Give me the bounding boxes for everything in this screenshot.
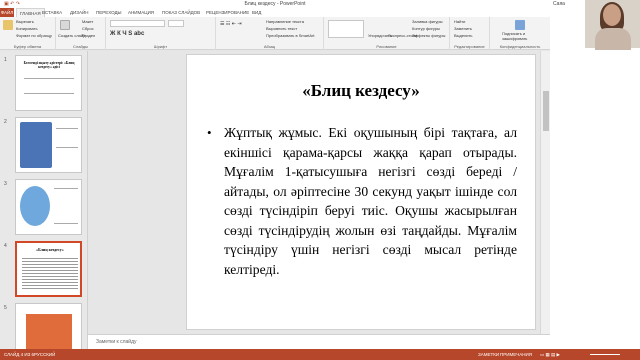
reset-button[interactable]: Сброс (82, 26, 94, 31)
slides-group: Создать слайд Макет Сброс Раздел Слайды (56, 17, 106, 50)
replace-button[interactable]: Заменить (454, 26, 472, 31)
font-size-select[interactable] (168, 20, 184, 27)
thumb-4-text-lines (22, 256, 78, 290)
right-pane: Саяа (550, 0, 640, 360)
person-face (603, 4, 621, 26)
text-direction-button[interactable]: Направление текста (266, 19, 304, 24)
paragraph-group: ☰ ☷ ⇤ ⇥ Направление текста Выровнять тек… (216, 17, 324, 50)
editing-label: Редактирование (454, 44, 485, 49)
thumbnail-slide-1[interactable]: Белсенді оқыту әдістері: «Блиц кездесу» … (15, 55, 82, 111)
tab-transitions[interactable]: ПЕРЕХОДЫ (96, 10, 122, 15)
current-slide[interactable]: «Блиц кездесу» • Жұптық жұмыс. Екі оқушы… (186, 54, 536, 330)
thumb-3-text-lines (54, 188, 78, 224)
list-buttons-icon[interactable]: ☰ ☷ ⇤ ⇥ (220, 21, 242, 27)
format-painter-button[interactable]: Формат по образцу (16, 33, 52, 38)
privacy-group: Подписать и зашифровать Конфиденциальнос… (490, 17, 550, 50)
slide-thumbnails-pane: 1 Белсенді оқыту әдістері: «Блиц кездесу… (0, 51, 88, 349)
thumb-number: 4 (4, 243, 7, 249)
thumbnail-slide-2[interactable] (15, 117, 82, 173)
thumb-number: 5 (4, 305, 7, 311)
editing-group: Найти Заменить Выделить Редактирование (450, 17, 490, 50)
tab-design[interactable]: ДИЗАЙН (70, 10, 89, 15)
align-text-button[interactable]: Выровнять текст (266, 26, 297, 31)
ribbon: Вырезать Копировать Формат по образцу Бу… (0, 17, 550, 50)
thumbnail-slide-3[interactable] (15, 179, 82, 235)
thumb-2-text-lines (56, 128, 78, 148)
tab-file[interactable]: ФАЙЛ (0, 8, 14, 17)
window-title: Блиц кездесу - PowerPoint (244, 1, 306, 7)
slide-title[interactable]: «Блиц кездесу» (187, 81, 535, 101)
tab-view[interactable]: ВИД (252, 10, 261, 15)
user-name[interactable]: Саяа (553, 1, 565, 7)
thumb-number: 3 (4, 181, 7, 187)
thumb-5-illustration (26, 314, 72, 349)
vertical-scrollbar[interactable] (540, 51, 550, 334)
shapes-gallery[interactable] (328, 20, 364, 38)
font-group: Ж К Ч S abc Шрифт (106, 17, 216, 50)
shape-fill-button[interactable]: Заливка фигуры (412, 19, 443, 24)
paste-icon[interactable] (3, 20, 13, 30)
slides-label: Слайды (73, 44, 88, 49)
sign-button-line2[interactable]: зашифровать (502, 36, 527, 41)
scrollbar-thumb[interactable] (543, 91, 549, 131)
thumb-2-illustration (20, 122, 52, 168)
cut-button[interactable]: Вырезать (16, 19, 34, 24)
font-label: Шрифт (153, 44, 168, 49)
language-indicator[interactable]: РУССКИЙ (34, 352, 55, 357)
bullet: • (207, 125, 212, 140)
section-button[interactable]: Раздел (82, 33, 95, 38)
thumb-number: 2 (4, 119, 7, 125)
paragraph-label: Абзац (263, 44, 276, 49)
layout-button[interactable]: Макет (82, 19, 93, 24)
notes-pane[interactable]: Заметки к слайду (88, 334, 550, 349)
clipboard-group: Вырезать Копировать Формат по образцу Бу… (0, 17, 56, 50)
shape-outline-button[interactable]: Контур фигуры (412, 26, 440, 31)
tab-slideshow[interactable]: ПОКАЗ СЛАЙДОВ (162, 10, 200, 15)
tab-home[interactable]: ГЛАВНАЯ (16, 8, 45, 17)
view-buttons-icon[interactable]: ▭ ▦ ▤ ▶ (540, 352, 560, 358)
slide-body-content: Жұптық жұмыс. Екі оқушының бірі тақтаға,… (224, 125, 517, 277)
sign-encrypt-icon[interactable] (515, 20, 525, 30)
smartart-button[interactable]: Преобразовать в SmartArt (266, 33, 315, 38)
drawing-group: Упорядочить Экспресс-стили Заливка фигур… (324, 17, 450, 50)
thumb-3-illustration (20, 186, 50, 226)
webcam-video (585, 0, 640, 50)
tab-review[interactable]: РЕЦЕНЗИРОВАНИЕ (206, 10, 249, 15)
thumb-1-title: Белсенді оқыту әдістері: «Блиц кездесу» … (23, 61, 75, 69)
copy-button[interactable]: Копировать (16, 26, 38, 31)
thumb-4-title: «Блиц кездесу» (36, 247, 64, 252)
privacy-label: Конфиденциальность (499, 44, 541, 49)
new-slide-icon[interactable] (60, 20, 70, 30)
zoom-slider[interactable] (590, 354, 620, 355)
tab-insert[interactable]: ВСТАВКА (42, 10, 62, 15)
notes-placeholder: Заметки к слайду (96, 339, 137, 345)
tab-animations[interactable]: АНИМАЦИЯ (128, 10, 154, 15)
thumb-1-text-lines (24, 78, 74, 94)
thumb-number: 1 (4, 57, 7, 63)
select-button[interactable]: Выделить (454, 33, 472, 38)
comments-toggle[interactable]: ПРИМЕЧАНИЯ (500, 352, 532, 357)
ribbon-tabs: ФАЙЛ ГЛАВНАЯ ВСТАВКА ДИЗАЙН ПЕРЕХОДЫ АНИ… (0, 8, 550, 17)
drawing-label: Рисование (376, 44, 397, 49)
slide-body-text[interactable]: • Жұптық жұмыс. Екі оқушының бірі тақтағ… (207, 123, 517, 279)
status-bar: СЛАЙД 4 ИЗ 6 РУССКИЙ ЗАМЕТКИ ПРИМЕЧАНИЯ … (0, 349, 640, 360)
thumbnail-slide-4[interactable]: «Блиц кездесу» (15, 241, 82, 297)
slide-editor: «Блиц кездесу» • Жұптық жұмыс. Екі оқушы… (88, 51, 550, 334)
notes-toggle[interactable]: ЗАМЕТКИ (478, 352, 499, 357)
find-button[interactable]: Найти (454, 19, 465, 24)
slide-counter: СЛАЙД 4 ИЗ 6 (4, 352, 35, 357)
shape-effects-button[interactable]: Эффекты фигуры (412, 33, 445, 38)
thumbnail-slide-5[interactable] (15, 303, 82, 349)
font-name-select[interactable] (110, 20, 165, 27)
person-body (595, 28, 631, 50)
clipboard-label: Буфер обмена (13, 44, 42, 49)
title-bar: ▣ ↶ ↷ Блиц кездесу - PowerPoint (0, 0, 640, 8)
font-style-buttons-icon[interactable]: Ж К Ч S abc (110, 31, 144, 37)
